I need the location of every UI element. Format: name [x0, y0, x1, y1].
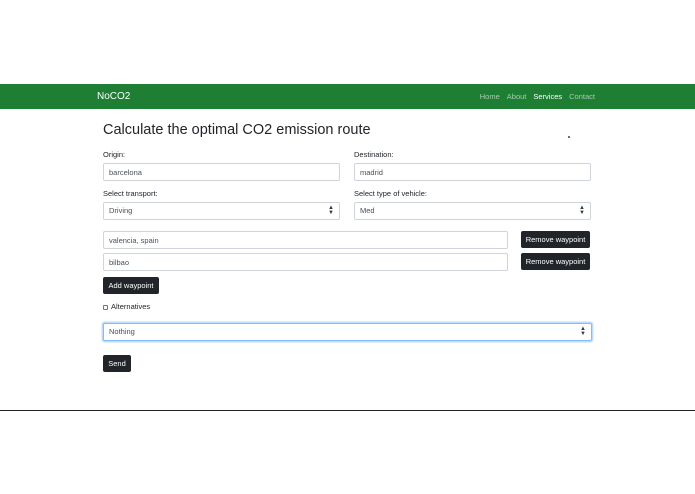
nav-link-services[interactable]: Services [533, 91, 562, 102]
transport-label: Select transport: [103, 189, 158, 198]
vehicle-select[interactable]: Med ▲ ▼ [354, 202, 591, 220]
select-caret-icon: ▲ ▼ [579, 205, 585, 216]
send-button[interactable]: Send [103, 355, 131, 372]
select-caret-icon: ▲ ▼ [328, 205, 334, 216]
waypoint-input[interactable] [103, 253, 508, 271]
origin-label: Origin: [103, 150, 126, 159]
nav-links: Home About Services Contact [480, 91, 595, 102]
add-waypoint-button[interactable]: Add waypoint [103, 277, 159, 294]
alternatives-checkbox[interactable] [103, 304, 108, 310]
brand-logo[interactable]: NoCO2 [97, 90, 130, 103]
remove-waypoint-button[interactable]: Remove waypoint [521, 231, 590, 248]
destination-label: Destination: [354, 150, 394, 159]
vehicle-select-value: Med [360, 206, 375, 215]
waypoint-input[interactable] [103, 231, 508, 249]
decorative-dot [568, 136, 570, 138]
destination-input[interactable] [354, 163, 591, 181]
nav-link-contact[interactable]: Contact [569, 91, 595, 102]
footer-divider [0, 410, 695, 411]
transport-select-value: Driving [109, 206, 133, 215]
select-caret-icon: ▲ ▼ [580, 326, 586, 337]
nav-link-about[interactable]: About [507, 91, 527, 102]
page-title: Calculate the optimal CO2 emission route [103, 122, 371, 138]
transport-select[interactable]: Driving ▲ ▼ [103, 202, 340, 220]
origin-input[interactable] [103, 163, 340, 181]
vehicle-label: Select type of vehicle: [354, 189, 427, 198]
alternatives-label[interactable]: Alternatives [111, 302, 150, 312]
alternatives-select-value: Nothing [109, 327, 135, 336]
alternatives-select[interactable]: Nothing ▲ ▼ [103, 323, 592, 341]
page: NoCO2 Home About Services Contact Calcul… [0, 0, 695, 494]
remove-waypoint-button[interactable]: Remove waypoint [521, 253, 590, 270]
alternatives-option: Alternatives [103, 302, 150, 312]
nav-link-home[interactable]: Home [480, 91, 500, 102]
navbar: NoCO2 Home About Services Contact [0, 84, 695, 109]
